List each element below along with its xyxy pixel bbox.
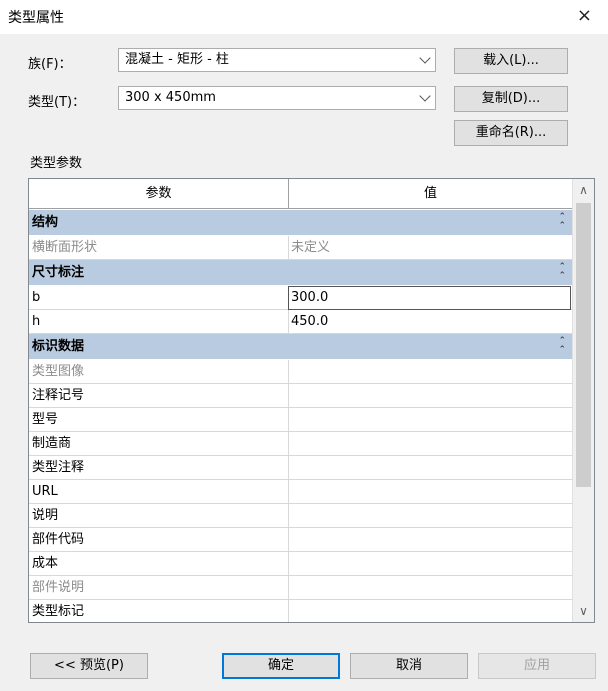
column-divider (288, 576, 289, 600)
grid-header: 参数 值 (29, 179, 572, 209)
type-properties-dialog: 类型属性 × 族(F)： 混凝土 - 矩形 - 柱 类型(T)： 300 x 4… (0, 0, 608, 691)
load-button[interactable]: 载入(L)... (454, 48, 568, 74)
chevron-down-icon (419, 90, 431, 102)
param-name: 横断面形状 (32, 240, 98, 255)
table-row[interactable]: 说明 (29, 504, 572, 528)
column-divider (288, 552, 289, 576)
table-row[interactable]: 注释记号 (29, 384, 572, 408)
close-icon[interactable]: × (577, 6, 592, 26)
column-divider (288, 480, 289, 504)
collapse-icon[interactable]: ⌃ ⌃ (558, 337, 566, 355)
column-divider (288, 384, 289, 408)
duplicate-button[interactable]: 复制(D)... (454, 86, 568, 112)
table-row[interactable]: 类型注释 (29, 456, 572, 480)
param-value: 未定义 (291, 240, 331, 255)
param-name: 制造商 (32, 436, 72, 451)
scroll-down-icon[interactable]: ∨ (573, 600, 594, 622)
type-parameters-label: 类型参数 (30, 156, 83, 171)
scroll-up-icon[interactable]: ∧ (573, 179, 594, 201)
collapse-icon[interactable]: ⌃ ⌃ (558, 213, 566, 231)
column-divider (288, 360, 289, 384)
table-row[interactable]: 类型图像 (29, 360, 572, 384)
rename-button[interactable]: 重命名(R)... (454, 120, 568, 146)
param-value-edit-field[interactable]: 300.0 (288, 286, 571, 310)
column-divider (288, 456, 289, 480)
family-label: 族(F)： (28, 57, 72, 72)
table-row[interactable]: 制造商 (29, 432, 572, 456)
type-value: 300 x 450mm (125, 90, 216, 105)
param-name: 型号 (32, 412, 59, 427)
type-dropdown[interactable]: 300 x 450mm (118, 86, 436, 110)
table-row[interactable]: 部件代码 (29, 528, 572, 552)
family-value: 混凝土 - 矩形 - 柱 (125, 52, 229, 67)
param-name: URL (32, 484, 58, 499)
column-divider (288, 408, 289, 432)
param-name: b (32, 290, 41, 305)
column-divider (288, 236, 289, 260)
param-name: 部件说明 (32, 580, 85, 595)
collapse-icon[interactable]: ⌃ ⌃ (558, 263, 566, 281)
param-name: 部件代码 (32, 532, 85, 547)
table-row[interactable]: 部件说明 (29, 576, 572, 600)
param-name: 注释记号 (32, 388, 85, 403)
column-divider (288, 600, 289, 622)
table-row[interactable]: b 300.0 (29, 286, 572, 310)
param-name: 类型标记 (32, 604, 85, 619)
param-name: 类型图像 (32, 364, 85, 379)
param-name: 类型注释 (32, 460, 85, 475)
column-divider (288, 504, 289, 528)
apply-button[interactable]: 应用 (478, 653, 596, 679)
column-divider (288, 432, 289, 456)
group-label: 结构 (32, 215, 59, 230)
dialog-title: 类型属性 (8, 10, 64, 26)
table-row[interactable]: 型号 (29, 408, 572, 432)
vertical-scrollbar[interactable]: ∧ ∨ (572, 179, 594, 622)
column-header-value[interactable]: 值 (289, 179, 572, 209)
group-row-dimensions[interactable]: 尺寸标注 ⌃ ⌃ (29, 260, 572, 286)
group-row-identity-data[interactable]: 标识数据 ⌃ ⌃ (29, 334, 572, 360)
scroll-thumb[interactable] (576, 203, 591, 487)
title-bar: 类型属性 × (0, 0, 608, 34)
group-label: 尺寸标注 (32, 265, 85, 280)
group-row-structure[interactable]: 结构 ⌃ ⌃ (29, 210, 572, 236)
ok-button[interactable]: 确定 (222, 653, 340, 679)
column-divider (288, 528, 289, 552)
cancel-button[interactable]: 取消 (350, 653, 468, 679)
grid-rows: 结构 ⌃ ⌃ 横断面形状 未定义 尺寸标注 ⌃ ⌃ b 300.0 h 450.… (29, 210, 572, 622)
table-row[interactable]: 成本 (29, 552, 572, 576)
param-name: 成本 (32, 556, 59, 571)
table-row[interactable]: 横断面形状 未定义 (29, 236, 572, 260)
family-dropdown[interactable]: 混凝土 - 矩形 - 柱 (118, 48, 436, 72)
param-value[interactable]: 450.0 (291, 310, 328, 334)
table-row[interactable]: 类型标记 (29, 600, 572, 622)
table-row[interactable]: URL (29, 480, 572, 504)
param-name: 说明 (32, 508, 59, 523)
type-label: 类型(T)： (28, 95, 86, 110)
preview-button[interactable]: << 预览(P) (30, 653, 148, 679)
column-header-parameter[interactable]: 参数 (29, 179, 289, 209)
group-label: 标识数据 (32, 339, 85, 354)
table-row[interactable]: h 450.0 (29, 310, 572, 334)
parameters-grid: 参数 值 结构 ⌃ ⌃ 横断面形状 未定义 尺寸标注 ⌃ ⌃ b 300.0 h… (28, 178, 595, 623)
column-divider (288, 310, 289, 334)
param-name: h (32, 314, 41, 329)
chevron-down-icon (419, 52, 431, 64)
